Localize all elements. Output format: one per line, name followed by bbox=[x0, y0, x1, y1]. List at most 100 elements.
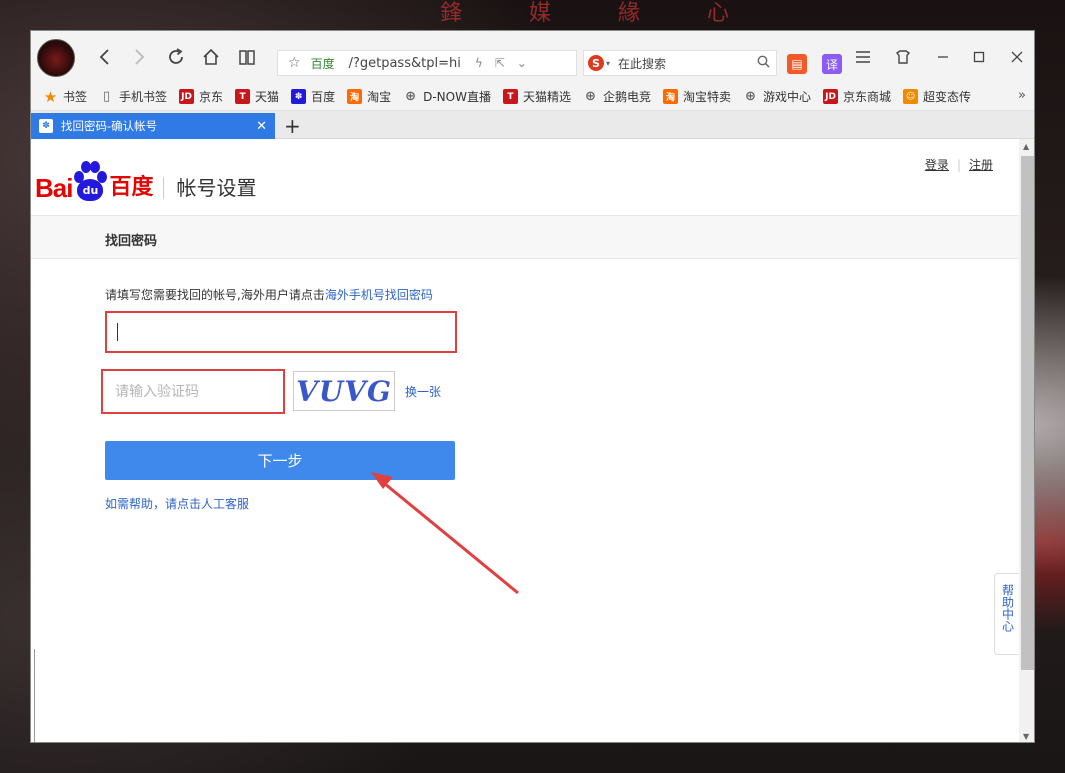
back-arrow-icon[interactable] bbox=[93, 45, 117, 69]
tmall-icon: T bbox=[503, 89, 518, 104]
chevron-down-icon[interactable]: ⌄ bbox=[517, 56, 527, 70]
bookmark-item[interactable]: T 天猫 bbox=[235, 88, 279, 105]
logo-text-du: du bbox=[77, 179, 103, 201]
captcha-image[interactable]: VUVG bbox=[293, 371, 395, 411]
scroll-down-icon[interactable]: ▼ bbox=[1023, 732, 1029, 741]
bookmark-item[interactable]: ⊕ 游戏中心 bbox=[743, 88, 811, 105]
baidu-logo[interactable]: Bai du 百度 帐号设置 bbox=[35, 157, 256, 203]
smiley-icon: ☺ bbox=[903, 89, 918, 104]
bookmark-item[interactable]: 淘淘宝特卖 bbox=[663, 88, 731, 105]
bookmark-label: D-NOW直播 bbox=[423, 88, 491, 105]
news-extension-icon[interactable]: ▤ bbox=[787, 54, 807, 74]
baidu-icon: ✽ bbox=[291, 89, 306, 104]
url-text[interactable]: /?getpass&tpl=hi bbox=[349, 56, 461, 71]
refresh-captcha-link[interactable]: 换一张 bbox=[405, 383, 441, 400]
jd-icon: JD bbox=[179, 89, 194, 104]
baidu-favicon-icon: ✽ bbox=[39, 119, 53, 133]
browser-window: ☆ 百度 /?getpass&tpl=hi ϟ ⇱ ⌄ S ▾ 在此搜索 ▤ 译 bbox=[30, 30, 1035, 743]
wallpaper-text: 鋒 媒 緣 心 bbox=[440, 0, 960, 30]
tab-strip: ✽ 找回密码-确认帐号 ✕ + bbox=[31, 111, 1035, 139]
search-box[interactable]: S ▾ 在此搜索 bbox=[583, 50, 777, 76]
subnav-bar: 找回密码 bbox=[31, 215, 1019, 259]
close-button[interactable] bbox=[1005, 45, 1029, 69]
globe-icon: ⊕ bbox=[743, 89, 758, 104]
logo-text-bai: Bai bbox=[35, 173, 72, 203]
forward-arrow-icon[interactable] bbox=[127, 45, 151, 69]
tab-label: 找回密码-确认帐号 bbox=[61, 118, 256, 134]
bookmark-item[interactable]: JD京东商城 bbox=[823, 88, 891, 105]
share-icon[interactable]: ⇱ bbox=[495, 56, 505, 70]
bookmark-label: 天猫 bbox=[255, 88, 279, 105]
taobao-icon: 淘 bbox=[347, 89, 362, 104]
globe-icon: ⊕ bbox=[583, 89, 598, 104]
bookmark-label: 超变态传 bbox=[923, 88, 971, 105]
tab-close-icon[interactable]: ✕ bbox=[256, 119, 267, 134]
section-title: 找回密码 bbox=[105, 230, 157, 249]
register-link[interactable]: 注册 bbox=[969, 158, 993, 172]
page-title: 帐号设置 bbox=[176, 173, 256, 203]
star-icon: ★ bbox=[43, 89, 58, 104]
browser-toolbar: ☆ 百度 /?getpass&tpl=hi ϟ ⇱ ⌄ S ▾ 在此搜索 ▤ 译 bbox=[31, 31, 1035, 83]
captcha-input-box[interactable] bbox=[101, 369, 285, 414]
bookmark-item[interactable]: ⊕ D-NOW直播 bbox=[403, 88, 491, 105]
new-tab-button[interactable]: + bbox=[284, 114, 301, 138]
bookmark-label: 淘宝 bbox=[367, 88, 391, 105]
search-icon[interactable] bbox=[757, 55, 770, 72]
bookmark-item[interactable]: ☺ 超变态传 bbox=[903, 88, 971, 105]
engine-dropdown-icon[interactable]: ▾ bbox=[606, 59, 610, 68]
bookmark-item[interactable]: ★书签 bbox=[43, 88, 87, 105]
bookmark-item[interactable]: ▯ 手机书签 bbox=[99, 88, 167, 105]
home-icon[interactable] bbox=[199, 45, 223, 69]
bookmark-item[interactable]: ✽ 百度 bbox=[291, 88, 335, 105]
bookmark-label: 京东 bbox=[199, 88, 223, 105]
bookmark-label: 百度 bbox=[311, 88, 335, 105]
tmall-icon: T bbox=[235, 89, 250, 104]
account-input[interactable] bbox=[107, 313, 455, 351]
help-center-tab[interactable]: 帮助中心 bbox=[994, 573, 1020, 655]
next-step-button[interactable]: 下一步 bbox=[105, 441, 455, 480]
scroll-thumb[interactable] bbox=[1021, 156, 1034, 670]
bookmark-label: 企鹅电竞 bbox=[603, 88, 651, 105]
bookmark-label: 手机书签 bbox=[119, 88, 167, 105]
vertical-scrollbar[interactable]: ▲ ▼ bbox=[1019, 139, 1035, 743]
tab-active[interactable]: ✽ 找回密码-确认帐号 ✕ bbox=[31, 113, 275, 139]
bookmark-label: 京东商城 bbox=[843, 88, 891, 105]
page-content: 登录|注册 Bai du 百度 帐号设置 找回密码 请填写您需要找回的帐号,海外… bbox=[31, 139, 1019, 743]
refresh-icon[interactable] bbox=[164, 45, 188, 69]
bookmark-item[interactable]: T 天猫精选 bbox=[503, 88, 571, 105]
scroll-up-icon[interactable]: ▲ bbox=[1023, 142, 1029, 151]
search-input[interactable]: 在此搜索 bbox=[618, 55, 757, 72]
bookmark-star-icon[interactable]: ☆ bbox=[288, 55, 301, 71]
address-bar[interactable]: ☆ 百度 /?getpass&tpl=hi ϟ ⇱ ⌄ bbox=[277, 50, 577, 76]
user-avatar[interactable] bbox=[37, 39, 75, 77]
globe-icon: ⊕ bbox=[403, 89, 418, 104]
skin-icon[interactable] bbox=[891, 45, 915, 69]
login-link[interactable]: 登录 bbox=[925, 158, 949, 172]
menu-icon[interactable] bbox=[851, 45, 875, 69]
bookmarks-overflow-icon[interactable]: » bbox=[1018, 88, 1026, 103]
overseas-phone-link[interactable]: 海外手机号找回密码 bbox=[325, 288, 433, 302]
header-links: 登录|注册 bbox=[925, 156, 993, 173]
instruction-label: 请填写您需要找回的帐号,海外用户请点击 bbox=[105, 288, 325, 302]
bookmark-label: 游戏中心 bbox=[763, 88, 811, 105]
lightning-icon[interactable]: ϟ bbox=[475, 56, 483, 70]
text-cursor bbox=[117, 323, 118, 341]
translate-extension-icon[interactable]: 译 bbox=[822, 54, 842, 74]
logo-text-cn: 百度 bbox=[109, 173, 153, 203]
bookmark-item[interactable]: JD 京东 bbox=[179, 88, 223, 105]
bookmark-label: 淘宝特卖 bbox=[683, 88, 731, 105]
maximize-button[interactable] bbox=[967, 45, 991, 69]
customer-service-link[interactable]: 如需帮助，请点击人工客服 bbox=[105, 495, 249, 512]
bookmarks-bar: ★书签▯手机书签JD京东T天猫✽百度淘淘宝⊕D-NOW直播T天猫精选⊕企鹅电竞淘… bbox=[31, 83, 1035, 111]
book-icon[interactable] bbox=[235, 45, 259, 69]
sogou-logo-icon[interactable]: S bbox=[588, 55, 604, 71]
paw-icon: du bbox=[73, 161, 107, 203]
minimize-button[interactable] bbox=[931, 45, 955, 69]
bookmark-item[interactable]: 淘淘宝 bbox=[347, 88, 391, 105]
phone-icon: ▯ bbox=[99, 89, 114, 104]
instruction-text: 请填写您需要找回的帐号,海外用户请点击海外手机号找回密码 bbox=[105, 286, 433, 303]
bookmark-item[interactable]: ⊕ 企鹅电竞 bbox=[583, 88, 651, 105]
bookmark-label: 天猫精选 bbox=[523, 88, 571, 105]
account-input-box[interactable] bbox=[105, 311, 457, 353]
captcha-input[interactable] bbox=[103, 371, 283, 412]
